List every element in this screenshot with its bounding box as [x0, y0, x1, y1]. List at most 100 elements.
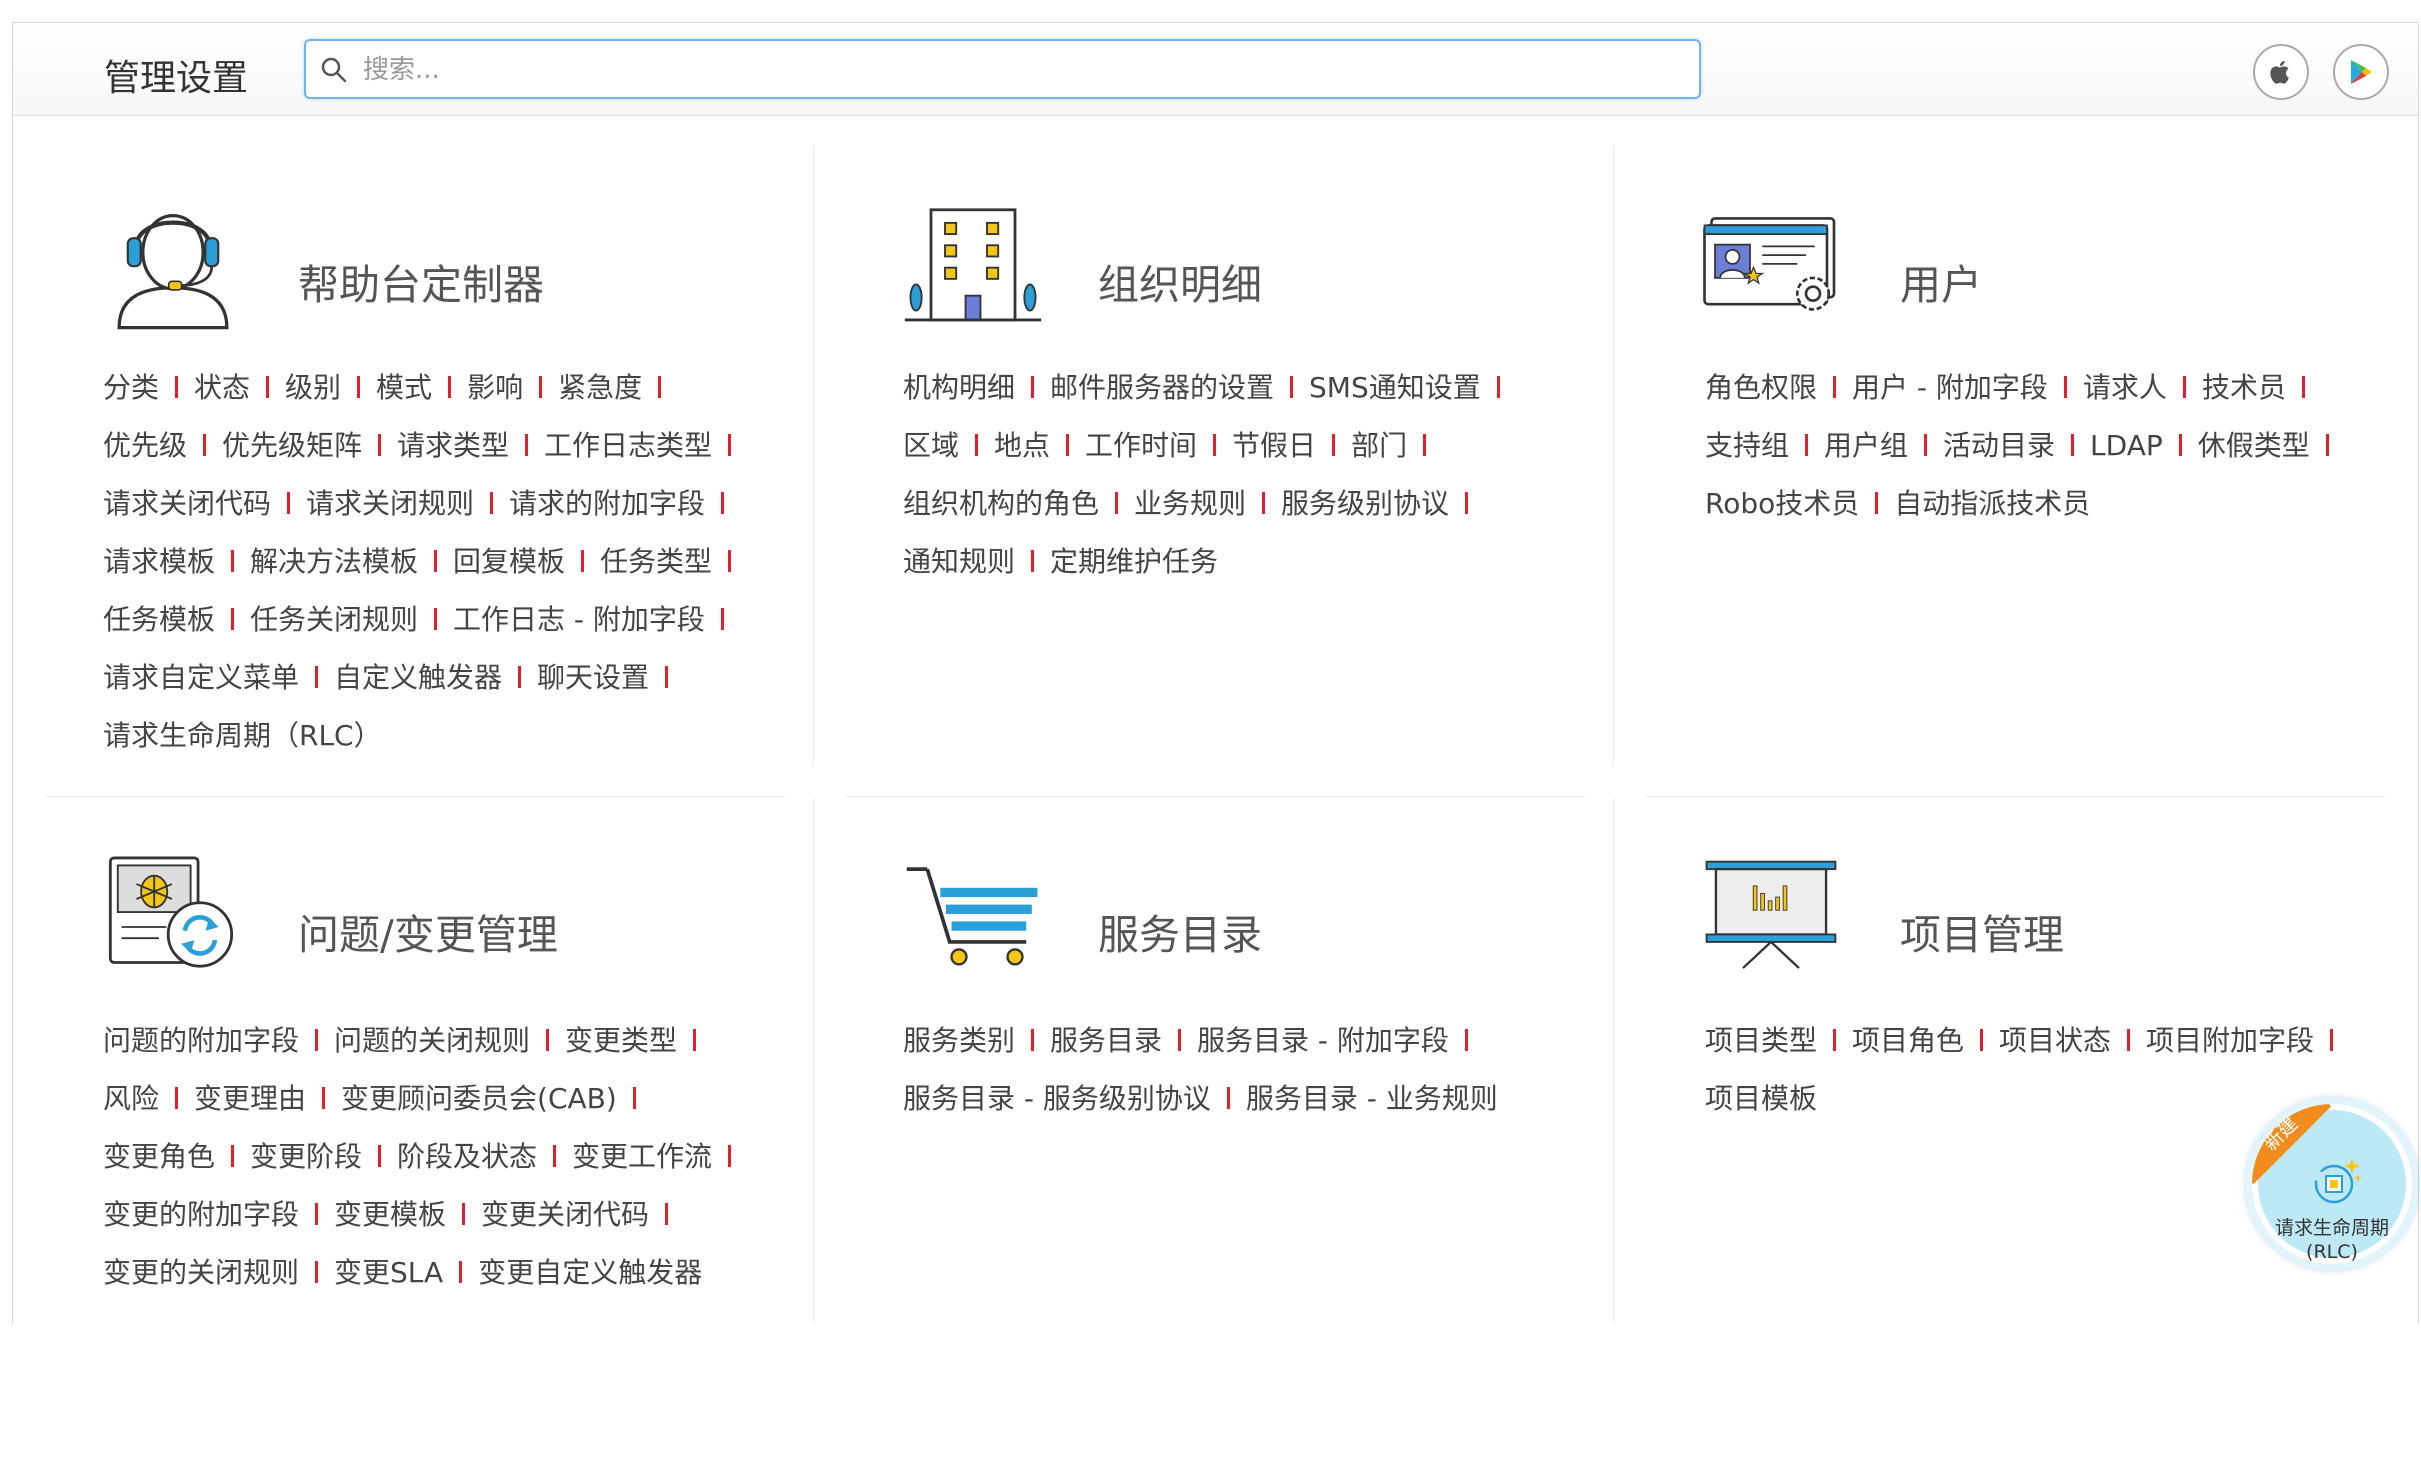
settings-link[interactable]: 紧急度 — [558, 371, 642, 404]
section-title: 组织明细 — [1098, 261, 1262, 309]
link-row: 请求生命周期（RLC） — [103, 716, 747, 774]
settings-link[interactable]: 级别 — [285, 371, 341, 404]
settings-link[interactable]: 请求模板 — [103, 545, 215, 578]
search-input[interactable] — [361, 49, 1685, 91]
link-separator — [525, 434, 529, 456]
search-box[interactable] — [304, 39, 1701, 99]
settings-link[interactable]: 变更自定义触发器 — [478, 1256, 702, 1289]
link-separator — [728, 1145, 732, 1167]
settings-link[interactable]: 请求类型 — [397, 429, 509, 462]
settings-link[interactable]: 请求关闭规则 — [306, 487, 474, 520]
settings-link[interactable]: 模式 — [376, 371, 432, 404]
settings-link[interactable]: 分类 — [103, 371, 159, 404]
settings-link[interactable]: 支持组 — [1705, 429, 1789, 462]
settings-link[interactable]: 变更SLA — [334, 1256, 443, 1289]
settings-link[interactable]: 请求的附加字段 — [509, 487, 705, 520]
settings-link[interactable]: 变更关闭代码 — [481, 1198, 649, 1231]
settings-link[interactable]: 项目模板 — [1705, 1082, 1817, 1115]
link-row: 服务类别 服务目录 服务目录 - 附加字段 — [903, 1021, 1498, 1079]
settings-link[interactable]: 业务规则 — [1134, 487, 1246, 520]
settings-link[interactable]: 请求生命周期（RLC） — [103, 719, 382, 752]
link-separator — [434, 550, 438, 572]
settings-link[interactable]: 用户 - 附加字段 — [1852, 371, 2048, 404]
settings-link[interactable]: 请求人 — [2083, 371, 2167, 404]
settings-link[interactable]: 变更的附加字段 — [103, 1198, 299, 1231]
section-title: 问题/变更管理 — [298, 911, 558, 959]
settings-link[interactable]: 服务目录 — [1050, 1024, 1162, 1057]
settings-link[interactable]: 项目状态 — [1999, 1024, 2111, 1057]
settings-link[interactable]: 任务模板 — [103, 603, 215, 636]
settings-link[interactable]: 变更的关闭规则 — [103, 1256, 299, 1289]
settings-link[interactable]: 活动目录 — [1943, 429, 2055, 462]
link-separator — [1115, 492, 1119, 514]
settings-link[interactable]: 节假日 — [1232, 429, 1316, 462]
settings-link[interactable]: 休假类型 — [2198, 429, 2310, 462]
settings-link[interactable]: 项目角色 — [1852, 1024, 1964, 1057]
section-links: 问题的附加字段 问题的关闭规则 变更类型风险 变更理由 变更顾问委员会(CAB) 变更角色… — [103, 1021, 747, 1311]
settings-link[interactable]: 项目类型 — [1705, 1024, 1817, 1057]
settings-link[interactable]: 服务目录 - 业务规则 — [1246, 1082, 1498, 1115]
link-row: 问题的附加字段 问题的关闭规则 变更类型 — [103, 1021, 747, 1079]
settings-link[interactable]: 服务目录 - 附加字段 — [1197, 1024, 1449, 1057]
link-separator — [1031, 1029, 1035, 1051]
settings-link[interactable]: LDAP — [2090, 429, 2163, 462]
settings-link[interactable]: 风险 — [103, 1082, 159, 1115]
settings-link[interactable]: 优先级 — [103, 429, 187, 462]
settings-link[interactable]: 角色权限 — [1705, 371, 1817, 404]
settings-link[interactable]: 用户组 — [1824, 429, 1908, 462]
link-separator — [459, 1261, 463, 1283]
settings-link[interactable]: 变更工作流 — [572, 1140, 712, 1173]
link-separator — [2330, 1029, 2334, 1051]
settings-link[interactable]: 区域 — [903, 429, 959, 462]
settings-link[interactable]: 技术员 — [2202, 371, 2286, 404]
link-separator — [231, 608, 235, 630]
settings-link[interactable]: 邮件服务器的设置 — [1050, 371, 1274, 404]
settings-link[interactable]: 任务关闭规则 — [250, 603, 418, 636]
settings-link[interactable]: 工作日志 - 附加字段 — [453, 603, 705, 636]
settings-link[interactable]: 状态 — [194, 371, 250, 404]
link-separator — [553, 1145, 557, 1167]
apple-store-button[interactable] — [2253, 44, 2309, 100]
settings-link[interactable]: 地点 — [994, 429, 1050, 462]
settings-link[interactable]: 问题的关闭规则 — [334, 1024, 530, 1057]
settings-link[interactable]: 问题的附加字段 — [103, 1024, 299, 1057]
settings-link[interactable]: 变更顾问委员会(CAB) — [341, 1082, 617, 1115]
settings-link[interactable]: 定期维护任务 — [1050, 545, 1218, 578]
settings-link[interactable]: 组织机构的角色 — [903, 487, 1099, 520]
settings-link[interactable]: 部门 — [1351, 429, 1407, 462]
settings-link[interactable]: 优先级矩阵 — [222, 429, 362, 462]
settings-link[interactable]: 服务类别 — [903, 1024, 1015, 1057]
link-separator — [2301, 376, 2305, 398]
rlc-floating-badge[interactable]: 新建 请求生命周期 (RLC) — [2246, 1098, 2418, 1270]
settings-link[interactable]: 请求自定义菜单 — [103, 661, 299, 694]
settings-link[interactable]: 服务目录 - 服务级别协议 — [903, 1082, 1211, 1115]
link-separator — [546, 1029, 550, 1051]
settings-link[interactable]: 自动指派技术员 — [1894, 487, 2090, 520]
settings-link[interactable]: 请求关闭代码 — [103, 487, 271, 520]
settings-link[interactable]: 工作日志类型 — [544, 429, 712, 462]
settings-link[interactable]: SMS通知设置 — [1309, 371, 1481, 404]
settings-link[interactable]: 变更理由 — [194, 1082, 306, 1115]
settings-link[interactable]: 聊天设置 — [537, 661, 649, 694]
settings-link[interactable]: Robo技术员 — [1705, 487, 1859, 520]
section-title: 服务目录 — [1098, 911, 1262, 959]
settings-link[interactable]: 机构明细 — [903, 371, 1015, 404]
settings-link[interactable]: 影响 — [467, 371, 523, 404]
settings-link[interactable]: 工作时间 — [1085, 429, 1197, 462]
settings-link[interactable]: 阶段及状态 — [397, 1140, 537, 1173]
google-play-button[interactable] — [2333, 44, 2389, 100]
link-row: 角色权限 用户 - 附加字段 请求人 技术员 — [1705, 368, 2345, 426]
settings-link[interactable]: 任务类型 — [600, 545, 712, 578]
link-separator — [658, 376, 662, 398]
settings-link[interactable]: 项目附加字段 — [2146, 1024, 2314, 1057]
settings-link[interactable]: 回复模板 — [453, 545, 565, 578]
section-title: 用户 — [1900, 261, 1982, 309]
settings-link[interactable]: 变更阶段 — [250, 1140, 362, 1173]
settings-link[interactable]: 解决方法模板 — [250, 545, 418, 578]
settings-link[interactable]: 变更模板 — [334, 1198, 446, 1231]
settings-link[interactable]: 服务级别协议 — [1281, 487, 1449, 520]
settings-link[interactable]: 变更类型 — [565, 1024, 677, 1057]
settings-link[interactable]: 变更角色 — [103, 1140, 215, 1173]
settings-link[interactable]: 通知规则 — [903, 545, 1015, 578]
settings-link[interactable]: 自定义触发器 — [334, 661, 502, 694]
